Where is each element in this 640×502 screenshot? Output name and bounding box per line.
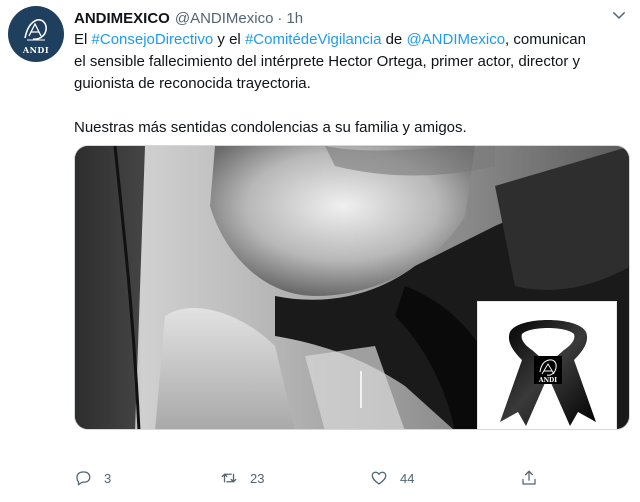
tweet-media-image[interactable]: ANDI <box>74 145 630 430</box>
heart-icon <box>371 471 387 485</box>
mourning-ribbon-icon: ANDI <box>500 320 596 426</box>
retweet-icon <box>221 473 237 483</box>
share-button[interactable] <box>520 466 538 490</box>
retweet-button[interactable]: 23 <box>220 466 264 490</box>
tweet-text-line-4: Nuestras más sentidas condolencias a su … <box>74 119 467 136</box>
text-fragment: El <box>74 31 92 48</box>
mourning-ribbon-badge: ANDI <box>477 301 617 429</box>
tweet-text-line-1: El #ConsejoDirectivo y el #ComitédeVigil… <box>74 29 634 51</box>
reply-icon <box>76 471 91 486</box>
tweet-text-line-2: el sensible fallecimiento del intérprete… <box>74 53 581 70</box>
retweet-count: 23 <box>250 470 265 486</box>
author-handle[interactable]: @ANDIMexico <box>175 10 274 27</box>
reply-count: 3 <box>104 470 112 486</box>
separator-dot: · <box>277 9 283 27</box>
author-name[interactable]: ANDIMEXICO <box>74 10 170 27</box>
tweet-text: El #ConsejoDirectivo y el #ComitédeVigil… <box>74 29 634 139</box>
avatar[interactable]: ANDI <box>8 6 64 62</box>
avatar-label: ANDI <box>22 44 50 55</box>
hashtag-comite-de-vigilancia[interactable]: #ComitédeVigilancia <box>245 31 381 48</box>
like-count: 44 <box>400 470 415 486</box>
reply-button[interactable]: 3 <box>74 466 111 490</box>
text-fragment: , comunican <box>505 31 586 48</box>
chevron-down-icon <box>613 12 625 19</box>
more-options-button[interactable] <box>610 6 628 24</box>
like-button[interactable]: 44 <box>370 466 414 490</box>
text-fragment: y el <box>213 31 245 48</box>
timestamp[interactable]: 1h <box>286 10 303 27</box>
hashtag-consejo-directivo[interactable]: #ConsejoDirectivo <box>92 31 214 48</box>
tweet-actions: 3 23 44 <box>74 466 630 490</box>
share-icon <box>522 470 536 485</box>
andi-logo-icon <box>24 18 47 40</box>
ribbon-badge-label: ANDI <box>538 377 557 384</box>
tweet-card[interactable]: ANDI ANDIMEXICO @ANDIMexico · 1h El #Con… <box>0 0 640 502</box>
mention-andimexico[interactable]: @ANDIMexico <box>406 31 505 48</box>
tweet-header: ANDIMEXICO @ANDIMexico · 1h <box>74 8 303 28</box>
text-fragment: de <box>381 31 407 48</box>
tweet-text-line-3: guionista de reconocida trayectoria. <box>74 75 311 92</box>
